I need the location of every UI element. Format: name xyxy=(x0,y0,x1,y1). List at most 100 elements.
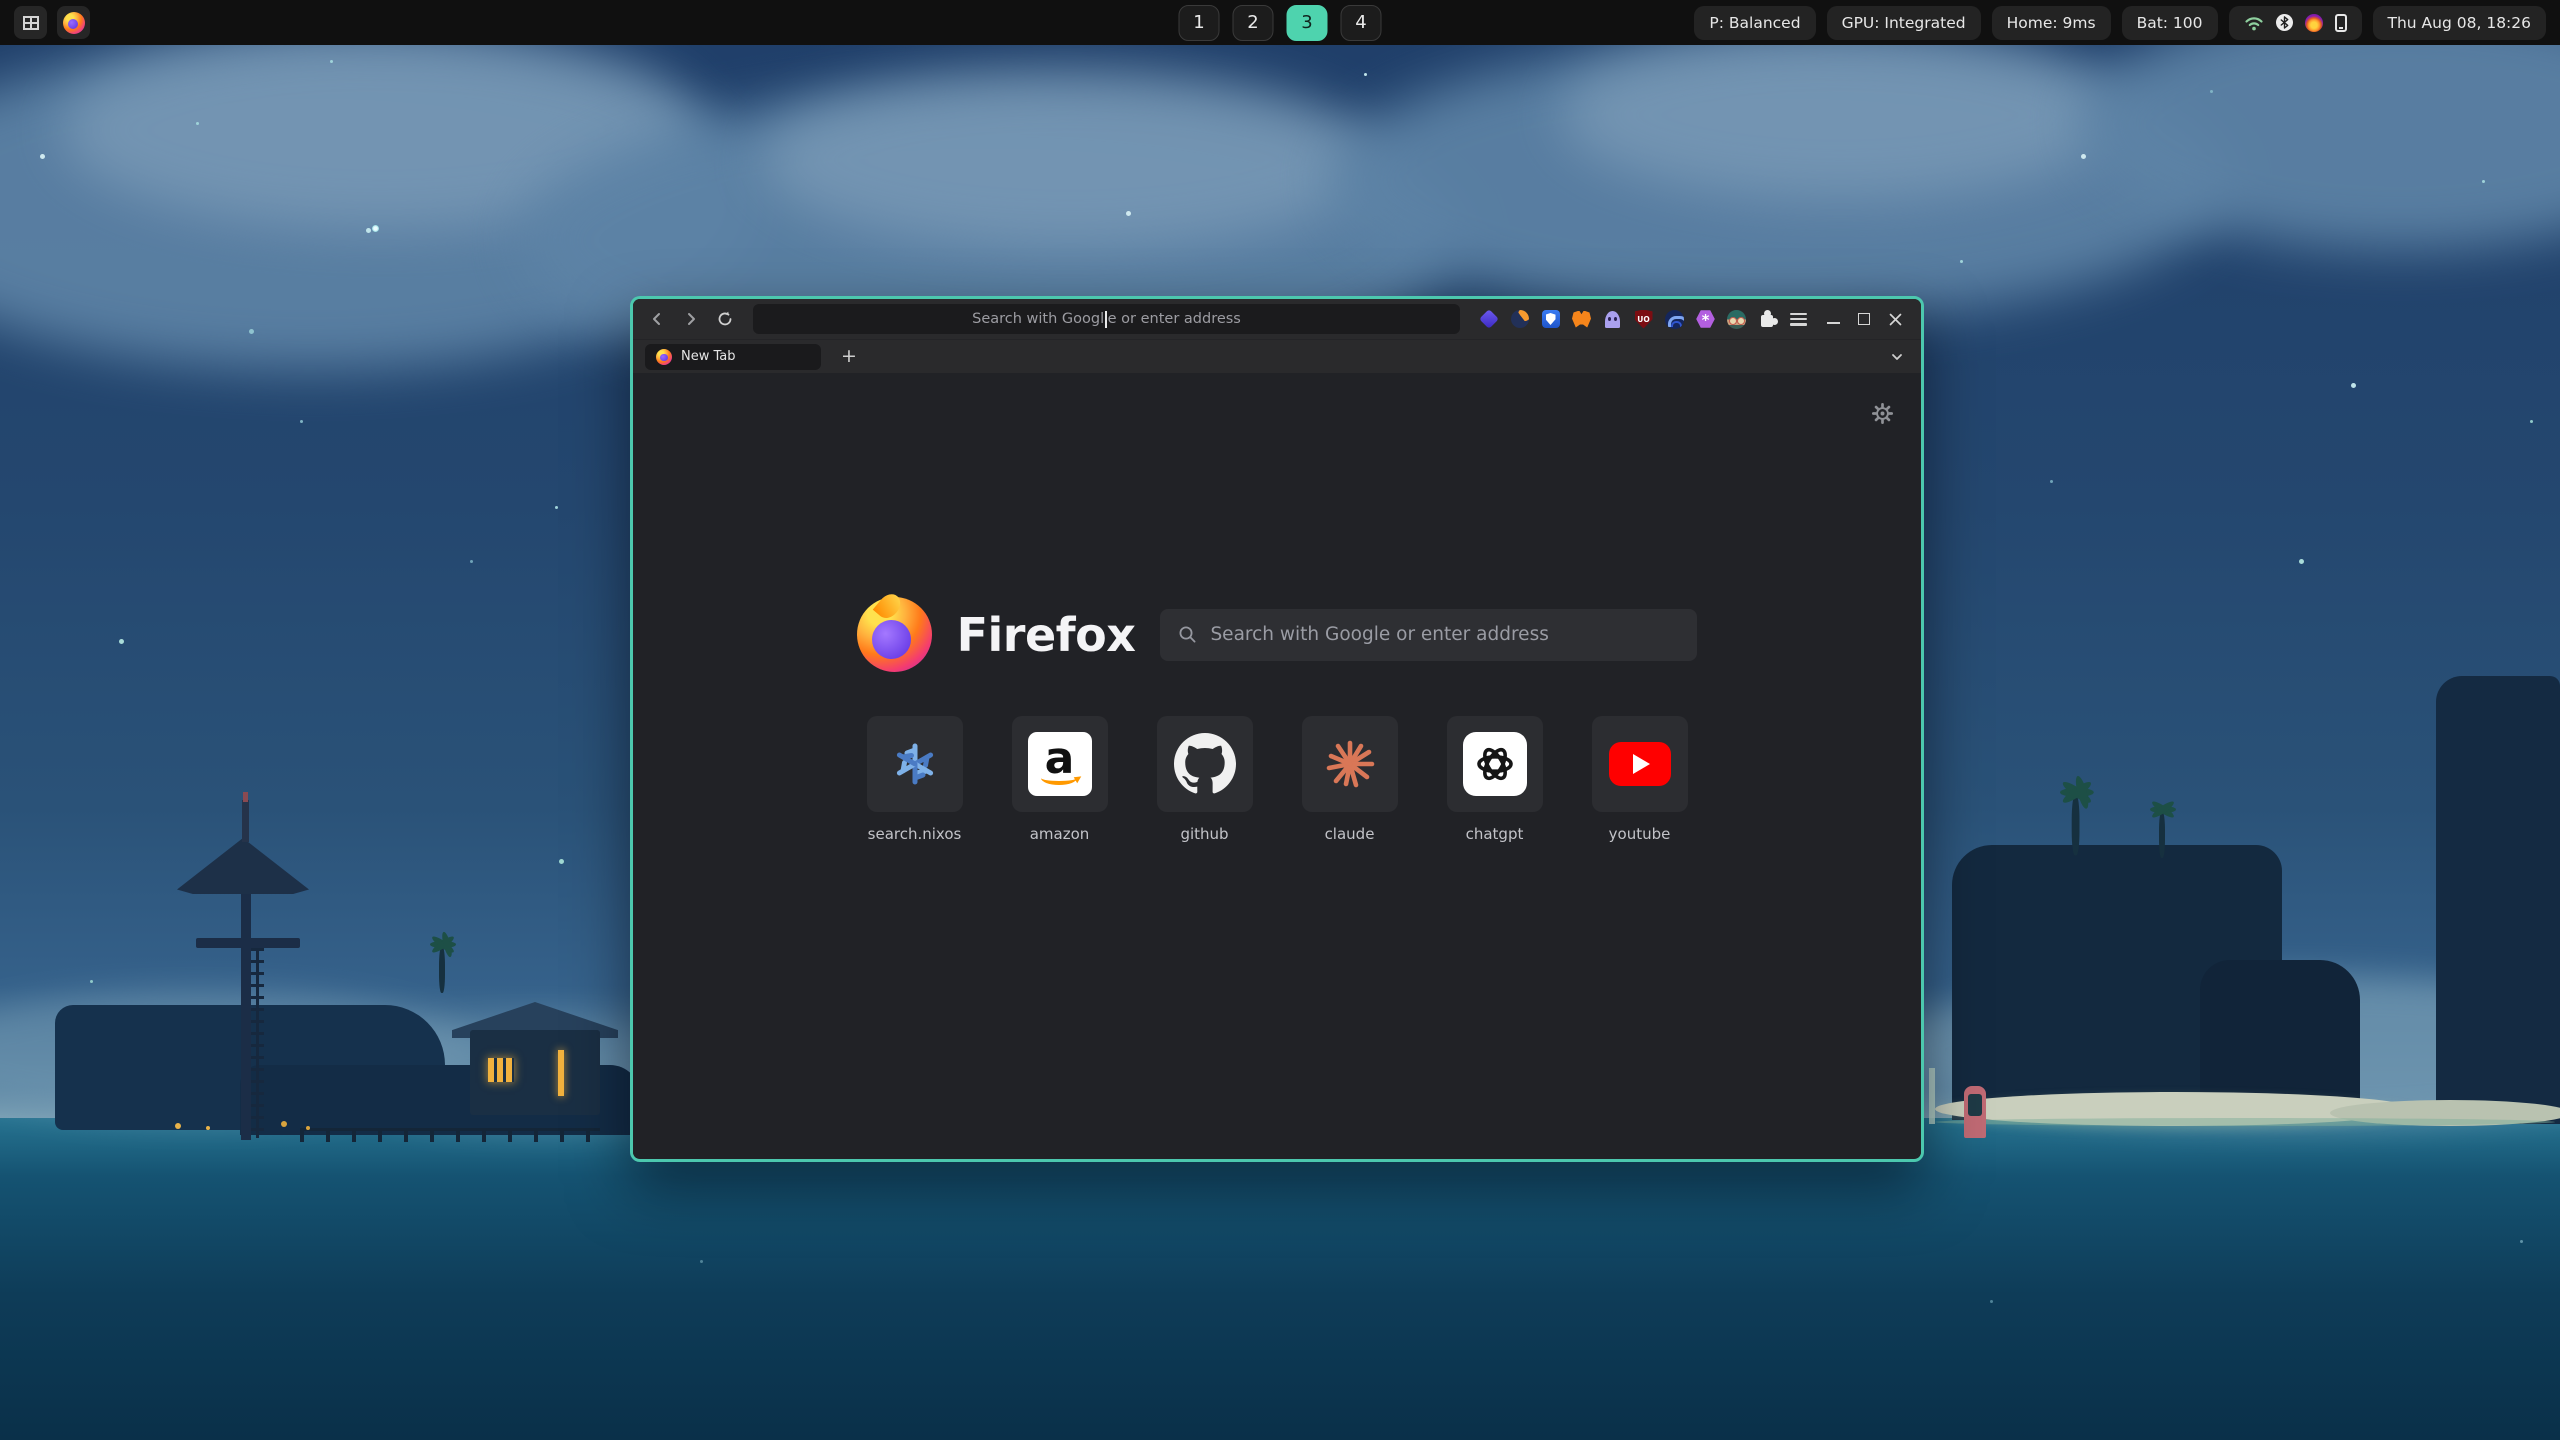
shortcut-tile[interactable] xyxy=(867,716,963,812)
reload-button[interactable] xyxy=(711,305,739,333)
hamburger-menu-icon[interactable] xyxy=(1788,309,1809,330)
firefox-tab-favicon xyxy=(656,349,672,365)
battery-pill[interactable]: Bat: 100 xyxy=(2122,6,2218,40)
nixos-snowflake-icon xyxy=(891,740,939,788)
shortcut-amazon[interactable]: a amazon xyxy=(1012,716,1108,843)
chevron-down-icon xyxy=(1889,349,1905,365)
firefox-hero: Firefox Search with Google or enter addr… xyxy=(633,373,1921,672)
new-tab-page: Firefox Search with Google or enter addr… xyxy=(633,373,1921,1158)
bluetooth-icon[interactable] xyxy=(2276,14,2293,31)
workspace-4[interactable]: 4 xyxy=(1341,5,1382,41)
shortcut-youtube[interactable]: youtube xyxy=(1592,716,1688,843)
watchtower-platform xyxy=(196,938,300,948)
hut-lit-window xyxy=(558,1050,564,1096)
shortcut-tile[interactable] xyxy=(1302,716,1398,812)
cloud xyxy=(760,70,1380,250)
dark-moon-extension-icon[interactable] xyxy=(1509,309,1530,330)
shortcut-label: github xyxy=(1180,825,1228,843)
shortcut-search-nixos[interactable]: search.nixos xyxy=(867,716,963,843)
new-tab-button[interactable]: + xyxy=(837,345,861,369)
hut-lit-window xyxy=(488,1058,514,1082)
workspace-2[interactable]: 2 xyxy=(1233,5,1274,41)
power-profile-pill[interactable]: P: Balanced xyxy=(1694,6,1815,40)
list-all-tabs-button[interactable] xyxy=(1885,345,1909,369)
url-bar[interactable]: Search with Google or enter address xyxy=(753,304,1460,334)
network-icon[interactable] xyxy=(2244,14,2264,32)
newtab-search-placeholder: Search with Google or enter address xyxy=(1210,624,1548,645)
shortcut-github[interactable]: github xyxy=(1157,716,1253,843)
newtab-search-input[interactable]: Search with Google or enter address xyxy=(1160,609,1697,661)
flame-media-icon[interactable] xyxy=(2305,14,2323,32)
personalize-button[interactable] xyxy=(1870,401,1895,430)
shortcut-label: search.nixos xyxy=(868,825,962,843)
firefox-launcher-button[interactable] xyxy=(57,6,90,39)
watchtower-pole xyxy=(241,880,251,1140)
gear-icon xyxy=(1870,401,1895,426)
ping-label: Home: 9ms xyxy=(2007,14,2096,32)
hex-asterisk-extension-icon[interactable]: * xyxy=(1695,309,1716,330)
forward-button[interactable] xyxy=(677,305,705,333)
firefox-wordmark: Firefox xyxy=(957,608,1136,662)
shortcut-tile[interactable] xyxy=(1592,716,1688,812)
launcher-group xyxy=(14,6,90,39)
gpu-pill[interactable]: GPU: Integrated xyxy=(1827,6,1981,40)
urlbar-placeholder: Search with Googl xyxy=(972,311,1104,327)
back-button[interactable] xyxy=(643,305,671,333)
minimize-button[interactable] xyxy=(1827,322,1840,324)
clock-pill[interactable]: Thu Aug 08, 18:26 xyxy=(2373,6,2546,40)
firefox-icon xyxy=(63,12,85,34)
shortcuts-row: search.nixos a amazon g xyxy=(633,716,1921,843)
shortcut-tile[interactable]: a xyxy=(1012,716,1108,812)
close-button[interactable] xyxy=(1888,312,1903,327)
shortcut-label: amazon xyxy=(1030,825,1090,843)
text-caret xyxy=(1105,311,1107,328)
app-grid-icon xyxy=(23,16,39,30)
extensions-puzzle-icon[interactable] xyxy=(1757,309,1778,330)
system-tray xyxy=(2229,6,2362,40)
far-right-rock xyxy=(2436,676,2560,1124)
hut xyxy=(470,1030,600,1115)
app-launcher-button[interactable] xyxy=(14,6,47,39)
maximize-button[interactable] xyxy=(1858,313,1870,325)
workspace-label: 2 xyxy=(1247,12,1258,33)
fence xyxy=(300,1128,600,1131)
phone-icon[interactable] xyxy=(2335,14,2347,32)
watchtower-ladder xyxy=(256,948,259,1138)
shortcut-chatgpt[interactable]: chatgpt xyxy=(1447,716,1543,843)
ping-pill[interactable]: Home: 9ms xyxy=(1992,6,2111,40)
bitwarden-icon[interactable] xyxy=(1540,309,1561,330)
top-status-bar: 1 2 3 4 P: Balanced GPU: Integrated Home… xyxy=(0,0,2560,45)
shortcut-tile[interactable] xyxy=(1157,716,1253,812)
shortcut-label: chatgpt xyxy=(1466,825,1524,843)
plus-icon: + xyxy=(841,347,857,366)
workspace-label: 3 xyxy=(1301,12,1312,33)
clock-label: Thu Aug 08, 18:26 xyxy=(2388,14,2531,32)
urlbar-placeholder: e or enter address xyxy=(1108,311,1241,327)
shortcut-tile[interactable] xyxy=(1447,716,1543,812)
watchtower-finial xyxy=(242,800,249,842)
ghostery-icon[interactable] xyxy=(1602,309,1623,330)
cloud xyxy=(1560,30,2120,200)
tab-new-tab[interactable]: New Tab xyxy=(645,344,821,370)
glow-star xyxy=(372,225,379,232)
window-controls xyxy=(1827,312,1903,327)
youtube-icon xyxy=(1609,742,1671,786)
wallpaper-ocean xyxy=(0,1118,2560,1440)
metamask-icon[interactable] xyxy=(1571,309,1592,330)
workspace-1[interactable]: 1 xyxy=(1179,5,1220,41)
gpu-label: GPU: Integrated xyxy=(1842,14,1966,32)
workspace-label: 4 xyxy=(1355,12,1366,33)
waterfall xyxy=(1929,1068,1935,1124)
chatgpt-icon xyxy=(1463,732,1527,796)
waterline xyxy=(1935,1118,2555,1126)
workspace-3-active[interactable]: 3 xyxy=(1287,5,1328,41)
tab-bar: New Tab + xyxy=(633,339,1921,373)
shortcut-claude[interactable]: claude xyxy=(1302,716,1398,843)
avatar-extension-icon[interactable] xyxy=(1726,309,1747,330)
amazon-icon: a xyxy=(1028,732,1092,796)
gem-extension-icon[interactable] xyxy=(1478,309,1499,330)
workspace-switcher: 1 2 3 4 xyxy=(1179,5,1382,41)
nordvpn-icon[interactable] xyxy=(1664,309,1685,330)
shortcut-label: youtube xyxy=(1609,825,1671,843)
ublock-origin-icon[interactable]: UO xyxy=(1633,309,1654,330)
